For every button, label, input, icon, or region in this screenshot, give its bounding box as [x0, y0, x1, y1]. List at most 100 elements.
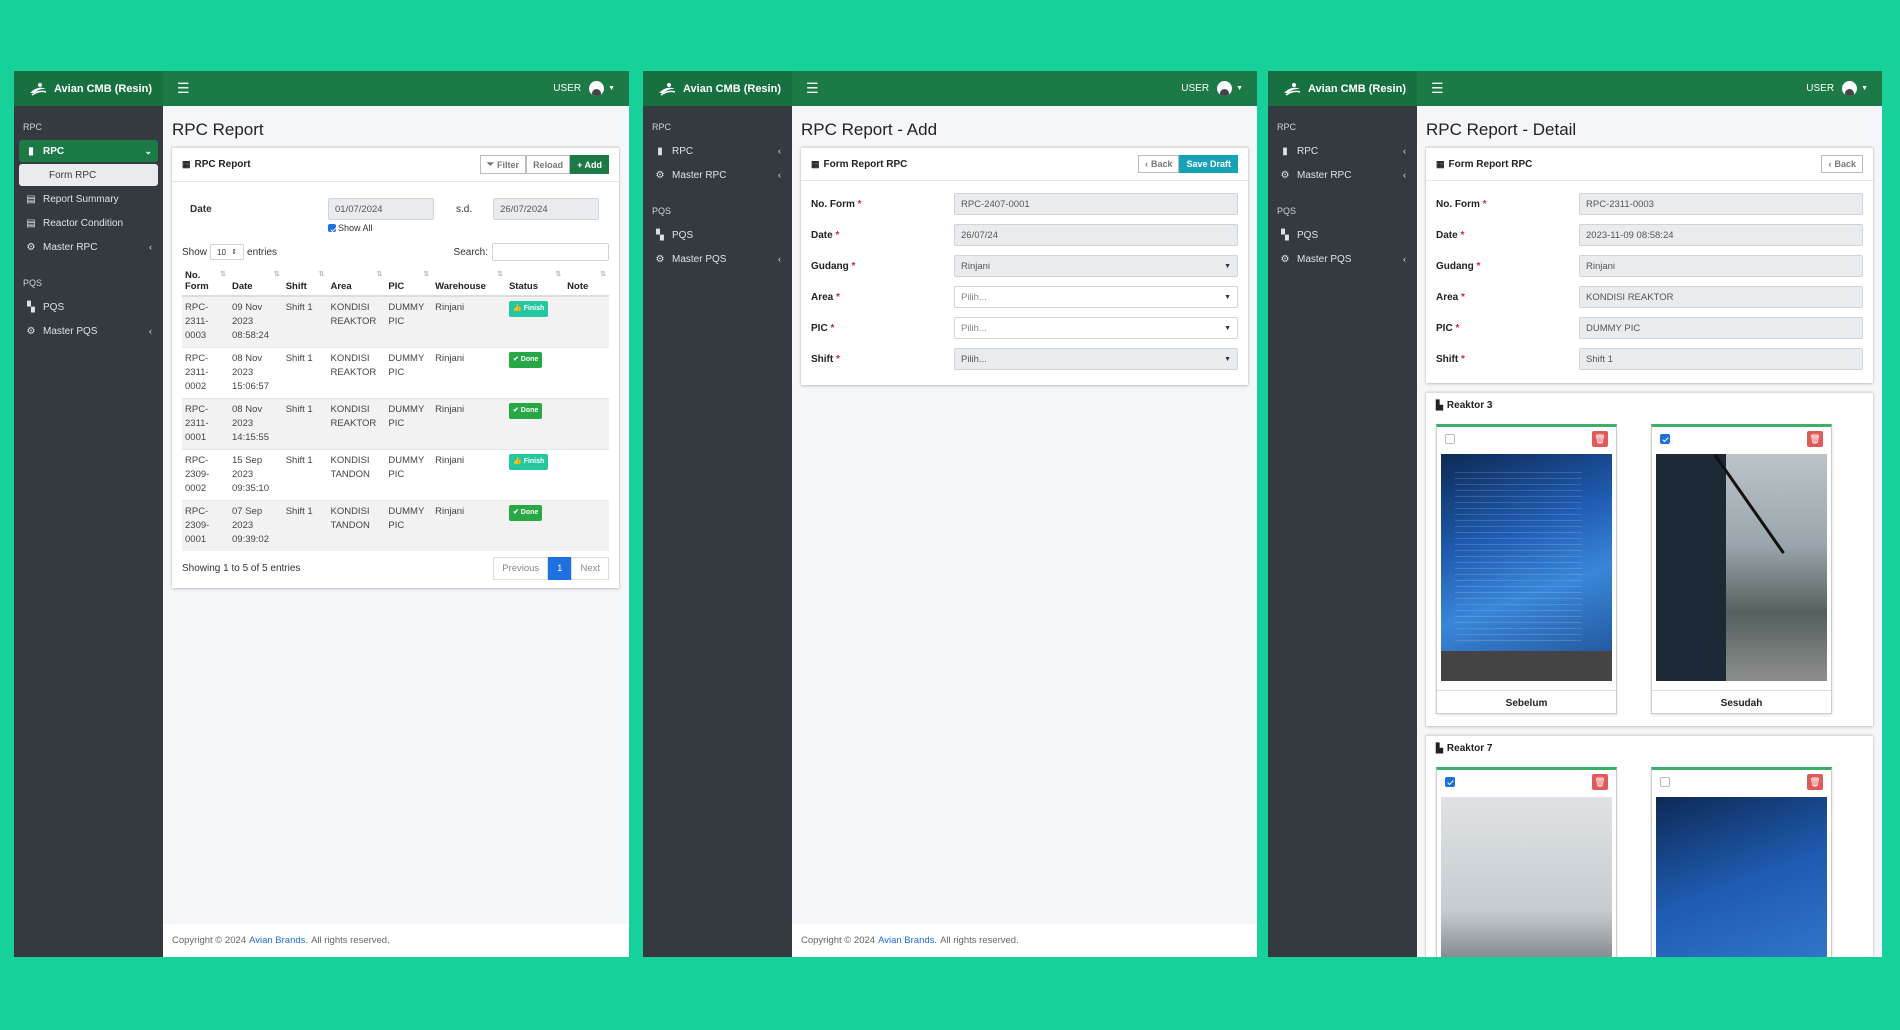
field-label-text: Gudang — [811, 260, 849, 272]
field-label-text: No. Form — [811, 198, 855, 210]
column-header[interactable]: Warehouse ⇅ — [432, 267, 506, 297]
sort-icon[interactable]: ⇅ — [274, 270, 280, 278]
user-menu[interactable]: USER ▼ — [1806, 81, 1868, 96]
back-button[interactable]: ‹ Back — [1821, 155, 1863, 173]
sort-icon[interactable]: ⇅ — [423, 270, 429, 278]
field-value: Pilih... — [961, 353, 987, 365]
avian-brands-link[interactable]: Avian Brands. — [878, 935, 937, 946]
sidebar-item-report-summary[interactable]: ▤ Report Summary — [19, 188, 158, 210]
sidebar-item-master-rpc[interactable]: ⚙ Master RPC ‹ — [19, 236, 158, 258]
save-draft-button[interactable]: Save Draft — [1179, 155, 1238, 173]
brand[interactable]: Avian CMB (Resin) — [643, 71, 792, 106]
sidebar-item-pqs[interactable]: ▚ PQS — [19, 296, 158, 318]
field-label: Area * — [811, 292, 954, 303]
table-row[interactable]: RPC-2311-0002 08 Nov 2023 15:06:57 Shift 1… — [182, 347, 609, 399]
sidebar-item-rpc[interactable]: ▮ RPC ‹ — [648, 140, 787, 162]
reaktor-3-card: ▙ Reaktor 3 🗑 Sebelum 🗑 Sesudah — [1426, 392, 1873, 726]
table-row[interactable]: RPC-2309-0001 07 Sep 2023 09:39:02 Shift 1… — [182, 500, 609, 551]
sort-icon[interactable]: ⇅ — [600, 270, 606, 278]
table-row[interactable]: RPC-2309-0002 15 Sep 2023 09:35:10 Shift 1… — [182, 449, 609, 501]
sidebar-item-master-pqs[interactable]: ⚙ Master PQS ‹ — [19, 320, 158, 342]
field-input[interactable]: DUMMY PIC — [1579, 317, 1863, 339]
hamburger-menu-icon[interactable]: ☰ — [1431, 80, 1444, 97]
sidebar-item-master-rpc[interactable]: ⚙ Master RPC ‹ — [1273, 164, 1412, 186]
field-input[interactable]: Shift 1 — [1579, 348, 1863, 370]
required-marker: * — [1479, 198, 1487, 210]
sidebar-item-master-pqs[interactable]: ⚙ Master PQS ‹ — [1273, 248, 1412, 270]
sort-icon[interactable]: ⇅ — [377, 270, 383, 278]
chevron-left-icon: ‹ — [1403, 254, 1406, 264]
detail-card: ▦ Form Report RPC ‹ Back No. Form * RPC-231… — [1426, 147, 1873, 383]
sort-icon[interactable]: ⇅ — [319, 270, 325, 278]
cell-pic: DUMMY PIC — [385, 347, 433, 399]
sidebar-item-pqs[interactable]: ▚ PQS — [1273, 224, 1412, 246]
next-button[interactable]: Next — [571, 557, 609, 580]
trash-icon[interactable]: 🗑 — [1592, 431, 1608, 447]
user-menu[interactable]: USER ▼ — [1181, 81, 1243, 96]
form-row: PIC * Pilih... ▼ — [811, 317, 1238, 339]
table-row[interactable]: RPC-2311-0003 09 Nov 2023 08:58:24 Shift 1… — [182, 295, 609, 348]
sidebar-item-rpc[interactable]: ▮ RPC ‹ — [1273, 140, 1412, 162]
sidebar-item-label: Reactor Condition — [43, 217, 124, 229]
sidebar-item-form-rpc[interactable]: Form RPC — [19, 164, 158, 186]
sidebar-item-reactor-condition[interactable]: ▤ Reactor Condition — [19, 212, 158, 234]
trash-icon[interactable]: 🗑 — [1592, 774, 1608, 790]
avian-brands-link[interactable]: Avian Brands. — [249, 935, 308, 946]
search-input[interactable] — [492, 243, 609, 261]
sort-icon[interactable]: ⇅ — [220, 270, 226, 278]
column-header[interactable]: Shift ⇅ — [282, 267, 328, 297]
photo-card-after: 🗑 Sesudah — [1651, 424, 1832, 714]
sidebar-item-master-rpc[interactable]: ⚙ Master RPC ‹ — [648, 164, 787, 186]
cell-no: RPC-2311-0002 — [182, 347, 229, 399]
trash-icon[interactable]: 🗑 — [1807, 774, 1823, 790]
photo-checkbox[interactable] — [1445, 777, 1455, 787]
column-header[interactable]: Status ⇅ — [505, 267, 565, 297]
field-input[interactable]: 26/07/24 — [954, 224, 1238, 246]
reload-button[interactable]: Reload — [526, 155, 571, 174]
sidebar-item-rpc[interactable]: ▮ RPC ⌄ — [19, 140, 158, 162]
brand[interactable]: Avian CMB (Resin) — [14, 71, 163, 106]
date-from-input[interactable]: 01/07/2024 — [328, 198, 434, 220]
photo-checkbox[interactable] — [1660, 434, 1670, 444]
user-menu[interactable]: USER ▼ — [553, 81, 615, 96]
sort-icon[interactable]: ⇅ — [555, 270, 561, 278]
field-input[interactable]: Pilih... ▼ — [954, 286, 1238, 308]
field-input[interactable]: Rinjani — [1579, 255, 1863, 277]
brand-name: Avian CMB (Resin) — [683, 82, 781, 95]
field-input[interactable]: RPC-2311-0003 — [1579, 193, 1863, 215]
show-all-checkbox[interactable] — [328, 224, 336, 232]
caret-down-icon: ▼ — [608, 85, 615, 92]
field-input[interactable]: 2023-11-09 08:58:24 — [1579, 224, 1863, 246]
rights-text: All rights reserved. — [311, 935, 390, 946]
filter-button[interactable]: ⏷ Filter — [479, 155, 527, 174]
table-row[interactable]: RPC-2311-0001 08 Nov 2023 14:15:55 Shift 1… — [182, 398, 609, 450]
hamburger-menu-icon[interactable]: ☰ — [806, 80, 819, 97]
entries-select[interactable]: 10 ⇕ — [210, 244, 245, 260]
photo-checkbox[interactable] — [1445, 434, 1455, 444]
previous-button[interactable]: Previous — [493, 557, 549, 580]
column-header[interactable]: Date ⇅ — [229, 267, 283, 297]
field-input[interactable]: KONDISI REAKTOR — [1579, 286, 1863, 308]
column-header[interactable]: No. Form ⇅ — [182, 267, 229, 297]
entries-value: 10 — [217, 247, 226, 257]
field-input[interactable]: Pilih... ▼ — [954, 348, 1238, 370]
photo-checkbox[interactable] — [1660, 777, 1670, 787]
field-input[interactable]: RPC-2407-0001 — [954, 193, 1238, 215]
page-1-button[interactable]: 1 — [548, 557, 572, 580]
brand[interactable]: Avian CMB (Resin) — [1268, 71, 1417, 106]
field-input[interactable]: Pilih... ▼ — [954, 317, 1238, 339]
hamburger-menu-icon[interactable]: ☰ — [177, 80, 190, 97]
back-button[interactable]: ‹ Back — [1137, 155, 1180, 173]
sidebar-item-pqs[interactable]: ▚ PQS — [648, 224, 787, 246]
sidebar-item-label: Master PQS — [672, 253, 727, 265]
file-icon: ▮ — [1282, 145, 1288, 157]
field-input[interactable]: Rinjani ▼ — [954, 255, 1238, 277]
date-to-input[interactable]: 26/07/2024 — [493, 198, 600, 220]
sort-icon[interactable]: ⇅ — [497, 270, 503, 278]
column-header[interactable]: Area ⇅ — [327, 267, 386, 297]
trash-icon[interactable]: 🗑 — [1807, 431, 1823, 447]
column-header[interactable]: PIC ⇅ — [385, 267, 433, 297]
sidebar-item-master-pqs[interactable]: ⚙ Master PQS ‹ — [648, 248, 787, 270]
column-header[interactable]: Note ⇅ — [564, 267, 609, 297]
add-button[interactable]: + Add — [570, 155, 609, 174]
